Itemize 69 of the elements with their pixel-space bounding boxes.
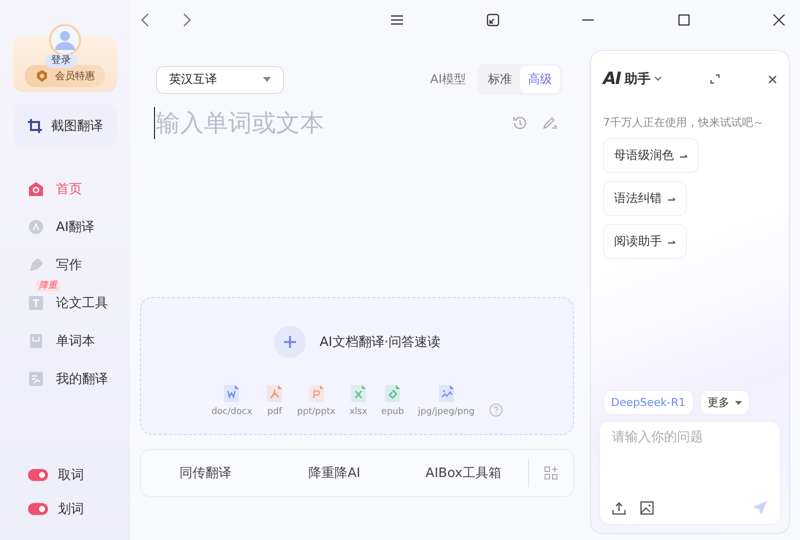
language-dropdown[interactable]: 英汉互译 <box>156 66 284 94</box>
letter-icon <box>28 219 44 235</box>
crop-icon <box>27 118 43 134</box>
more-dropdown[interactable]: 更多 <box>700 390 750 415</box>
format-label: ppt/pptx <box>297 407 336 417</box>
gem-icon <box>35 69 49 83</box>
add-file-button[interactable] <box>274 326 306 358</box>
forward-icon[interactable] <box>182 13 192 27</box>
format-label: xlsx <box>349 407 368 417</box>
caret-icon <box>263 77 271 82</box>
format-label: jpg/jpeg/png <box>418 407 475 417</box>
tool-link[interactable]: AIBox工具箱 <box>399 463 528 483</box>
nav-item[interactable]: 写作 <box>28 254 82 276</box>
pen-icon <box>28 257 44 273</box>
question-field[interactable]: 请输入你的问题 <box>612 430 768 445</box>
text-input[interactable]: 输入单词或文本 <box>154 107 512 139</box>
toggle-switch[interactable] <box>28 469 48 481</box>
toggle-label: 划词 <box>58 501 84 518</box>
model-label: AI模型 <box>430 71 466 88</box>
arrow-icon <box>668 238 676 244</box>
suggestion-chip[interactable]: 语法纠错 <box>603 181 687 216</box>
suggestion-chip[interactable]: 阅读助手 <box>603 224 687 259</box>
image-icon[interactable] <box>640 501 654 515</box>
nav-item[interactable]: 我的翻译 <box>28 368 108 390</box>
nav-item[interactable]: 单词本 <box>28 330 95 352</box>
home-icon <box>28 181 44 197</box>
caret-icon <box>734 400 742 404</box>
upload-title: AI文档翻译·问答速读 <box>320 334 440 351</box>
model-option[interactable]: 标准 <box>480 66 520 93</box>
mini-window-icon[interactable] <box>486 13 500 27</box>
expand-icon[interactable] <box>710 74 720 84</box>
ebook-file-icon <box>384 384 402 403</box>
upload-area[interactable]: AI文档翻译·问答速读 doc/docx pdf ppt/pptx xlsx epub jpg/jpeg/png <box>140 297 574 435</box>
format-label: epub <box>381 407 404 417</box>
toggle-switch[interactable] <box>28 503 48 515</box>
suggestion-chip[interactable]: 母语级润色 <box>603 138 699 173</box>
model-option[interactable]: 高级 <box>520 66 560 93</box>
close-icon[interactable] <box>772 13 786 27</box>
assistant-title[interactable]: 助手 <box>624 70 650 88</box>
avatar-icon <box>49 24 81 56</box>
image-file-icon <box>438 384 455 403</box>
apps-icon <box>544 466 558 480</box>
pdf-file-icon <box>266 384 284 403</box>
word-file-icon <box>223 384 240 403</box>
nav-item[interactable]: 论文工具 <box>28 292 108 314</box>
format-label: doc/docx <box>211 407 252 417</box>
plus-icon <box>284 336 296 348</box>
back-icon[interactable] <box>140 13 150 27</box>
arrow-icon <box>668 196 676 202</box>
screenshot-translate-button[interactable]: 截图翻译 <box>13 104 117 148</box>
maximize-icon[interactable] <box>676 13 690 27</box>
slides-file-icon <box>308 384 325 403</box>
menu-icon[interactable] <box>390 13 404 27</box>
tool-link[interactable]: 降重降AI <box>270 463 399 483</box>
nav-item[interactable]: AI翻译 <box>28 216 95 238</box>
chevron-down-icon[interactable] <box>654 76 662 82</box>
spreadsheet-file-icon <box>350 384 367 403</box>
document-icon <box>28 295 44 311</box>
toggle-label: 取词 <box>58 467 84 484</box>
login-label[interactable]: 登录 <box>45 54 77 68</box>
format-label: pdf <box>267 407 282 417</box>
tool-link[interactable]: 同传翻译 <box>141 463 270 483</box>
vip-button[interactable]: 会员特惠 <box>25 65 105 87</box>
upload-icon[interactable] <box>612 501 626 515</box>
assistant-subtitle: 7千万人正在使用，快来试试吧～ <box>603 115 765 130</box>
ai-logo: AI <box>603 69 620 89</box>
tag-badge: 降重 <box>36 280 60 292</box>
arrow-icon <box>680 152 688 158</box>
close-icon[interactable] <box>768 74 778 84</box>
